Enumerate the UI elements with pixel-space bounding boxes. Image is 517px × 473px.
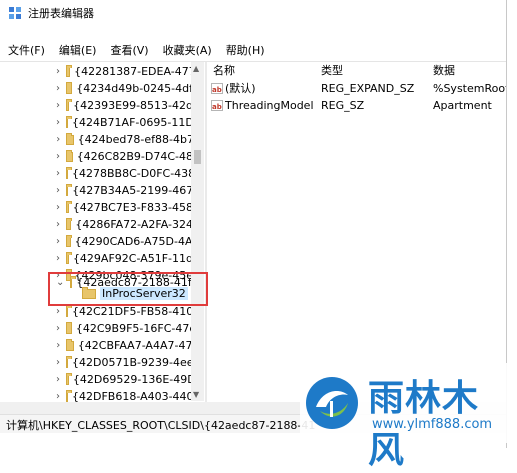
title-bar: 注册表编辑器 (0, 0, 506, 26)
chevron-right-icon[interactable]: › (56, 66, 60, 77)
string-value-icon: ab (211, 100, 223, 111)
tree-item-label: {4286FA72-A2FA-3245 (75, 218, 200, 231)
chevron-right-icon[interactable]: › (56, 219, 60, 230)
tree-item-label: InProcServer32 (100, 287, 188, 300)
value-name: (默认) (225, 82, 256, 95)
chevron-right-icon[interactable]: › (56, 340, 60, 351)
folder-icon (66, 234, 72, 247)
tree-item-label: {426C82B9-D74C-487 (76, 150, 200, 163)
chevron-right-icon[interactable]: › (56, 357, 60, 368)
value-data: Apartment (433, 99, 492, 112)
value-name: ThreadingModel (225, 99, 314, 112)
folder-icon (66, 115, 72, 128)
menu-edit[interactable]: 编辑(E) (51, 42, 103, 60)
tree-item-label: {42D0571B-9239-4eee (72, 356, 201, 369)
column-header-data[interactable]: 数据 (433, 62, 455, 79)
menu-file[interactable]: 文件(F) (0, 42, 51, 60)
folder-icon (66, 64, 73, 77)
watermark-logo (306, 377, 358, 429)
tree-item-label: {4234d49b-0245-4df3 (76, 82, 200, 95)
value-name-cell: ab ThreadingModel (211, 97, 317, 114)
tree-item[interactable]: › {42DFB618-A403-4401 (0, 387, 201, 402)
chevron-right-icon[interactable]: › (56, 117, 60, 128)
chevron-right-icon[interactable]: › (56, 100, 60, 111)
value-row[interactable]: ab ThreadingModel REG_SZ Apartment (207, 97, 506, 114)
folder-icon (66, 372, 72, 385)
registry-editor-icon (8, 6, 22, 20)
folder-icon (66, 166, 72, 179)
value-type: REG_EXPAND_SZ (321, 82, 415, 95)
tree-item-label: {42C21DF5-FB58-4102 (72, 305, 201, 318)
column-header-name[interactable]: 名称 (213, 62, 235, 79)
tree-item-label: {427BC7E3-F833-4584 (72, 201, 200, 214)
folder-icon (66, 98, 73, 111)
watermark: 雨林木风 www.ylmf888.com (300, 363, 510, 471)
chevron-right-icon[interactable]: › (56, 168, 60, 179)
folder-icon (66, 304, 72, 317)
folder-icon (66, 149, 73, 162)
folder-icon (66, 389, 72, 402)
folder-icon (66, 132, 74, 145)
tree-item-label: {42C9B9F5-16FC-47ef (75, 322, 200, 335)
tree-scrollbar[interactable]: ▲ ▼ (191, 62, 204, 401)
tree-item-label: {4290CAD6-A75D-4AC (74, 235, 200, 248)
string-value-icon: ab (211, 83, 223, 94)
folder-icon (66, 81, 73, 94)
value-name-cell: ab (默认) (211, 80, 317, 97)
chevron-right-icon[interactable]: › (56, 236, 60, 247)
tree-item-label: {429AF92C-A51F-11d2 (72, 252, 200, 265)
tree-item-label: {42281387-EDEA-477( (74, 65, 200, 78)
value-data: %SystemRoot (433, 82, 506, 95)
folder-icon (66, 217, 73, 230)
tree-item-label: {42DFB618-A403-4401 (72, 390, 201, 402)
window-title: 注册表编辑器 (28, 7, 94, 20)
value-row[interactable]: ab (默认) REG_EXPAND_SZ %SystemRoot (207, 80, 506, 97)
values-list-pane[interactable]: 名称 类型 数据 ab (默认) REG_EXPAND_SZ %SystemRoo… (207, 62, 506, 402)
folder-icon (66, 183, 73, 196)
folder-icon (82, 286, 96, 299)
tree-item-label: {42CBFAA7-A4A7-47B (77, 339, 200, 352)
chevron-right-icon[interactable]: › (56, 83, 60, 94)
scroll-up-icon[interactable]: ▲ (193, 64, 199, 73)
key-tree-pane[interactable]: › {42281387-EDEA-477( › {4234d49b-0245-4df… (0, 62, 205, 402)
folder-icon (66, 338, 74, 351)
current-key-path: 计算机\HKEY_CLASSES_ROOT\CLSID\{42aedc87-21… (6, 419, 316, 432)
chevron-right-icon[interactable]: › (56, 306, 60, 317)
tree-item-label: {424B71AF-0695-11D2 (72, 116, 201, 129)
folder-icon (66, 200, 72, 213)
chevron-right-icon[interactable]: › (56, 134, 60, 145)
menu-favorites[interactable]: 收藏夹(A) (155, 42, 218, 60)
list-header: 名称 类型 数据 (207, 62, 506, 80)
tree-item-label: {4278BB8C-D0FC-4380 (72, 167, 203, 180)
folder-icon (66, 321, 72, 334)
menu-help[interactable]: 帮助(H) (218, 42, 271, 60)
menu-bar: 文件(F) 编辑(E) 查看(V) 收藏夹(A) 帮助(H) (0, 42, 271, 60)
column-header-type[interactable]: 类型 (321, 62, 343, 79)
scroll-thumb[interactable] (194, 150, 201, 164)
tree-item-label: {427B34A5-2199-467e (72, 184, 200, 197)
chevron-right-icon[interactable]: › (56, 151, 60, 162)
folder-icon (66, 355, 72, 368)
tree-item-label: {42393E99-8513-42d3 (73, 99, 200, 112)
chevron-right-icon[interactable]: › (56, 391, 60, 402)
menu-view[interactable]: 查看(V) (102, 42, 154, 60)
tree-item-label: {424bed78-ef88-4b7c (77, 133, 200, 146)
tree-item-label: {42D69529-136E-49D( (72, 373, 200, 386)
value-type: REG_SZ (321, 99, 365, 112)
scroll-down-icon[interactable]: ▼ (193, 390, 199, 399)
chevron-right-icon[interactable]: › (56, 202, 60, 213)
folder-icon (66, 251, 72, 264)
watermark-url: www.ylmf888.com (372, 417, 493, 432)
chevron-right-icon[interactable]: › (56, 185, 60, 196)
chevron-right-icon[interactable]: › (56, 253, 60, 264)
tree-item-selected[interactable]: ›InProcServer32 (0, 284, 200, 303)
chevron-right-icon[interactable]: › (56, 323, 60, 334)
chevron-right-icon[interactable]: › (56, 374, 60, 385)
